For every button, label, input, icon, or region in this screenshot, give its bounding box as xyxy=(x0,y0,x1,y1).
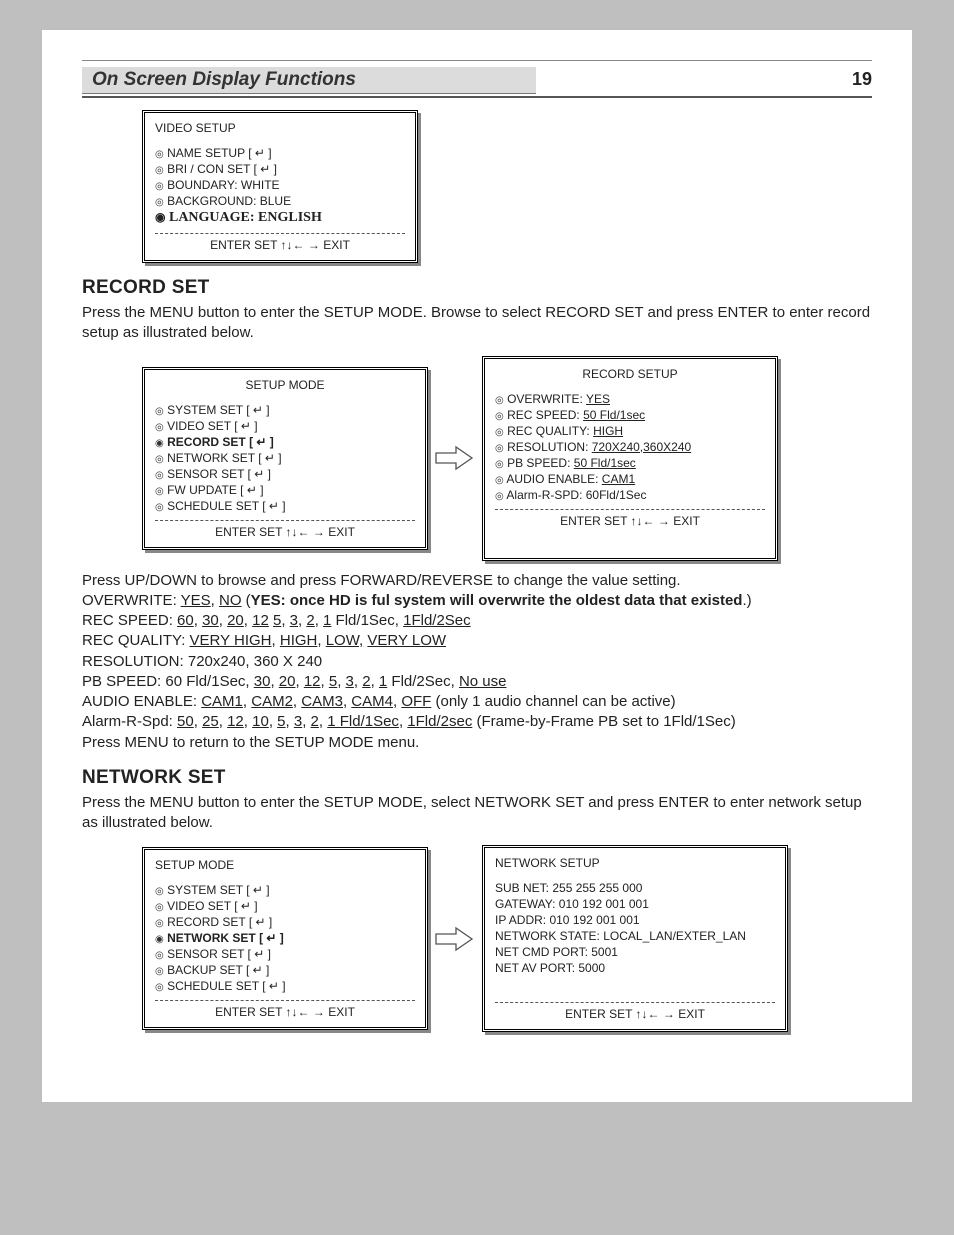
divider xyxy=(155,1000,415,1001)
network-set-diagram: SETUP MODE ◎ SYSTEM SET [ ↵ ] ◎ VIDEO SE… xyxy=(142,845,872,1032)
menu-item: ◎ VIDEO SET [ ↵ ] xyxy=(155,418,415,434)
menu-item: NET AV PORT: 5000 xyxy=(495,960,775,976)
menu-item: ◎ BRI / CON SET [ ↵ ] xyxy=(155,161,405,177)
network-set-heading: NETWORK SET xyxy=(82,767,872,789)
record-set-intro: Press the MENU button to enter the SETUP… xyxy=(82,303,872,344)
menu-item: ◎ NAME SETUP [ ↵ ] xyxy=(155,145,405,161)
menu-item-selected: ◉ NETWORK SET [ ↵ ] xyxy=(155,930,415,946)
record-setup-panel: RECORD SETUP ◎ OVERWRITE: YES ◎ REC SPEE… xyxy=(482,356,778,561)
menu-item: ◎ PB SPEED: 50 Fld/1sec xyxy=(495,455,765,471)
header-title-wrap: On Screen Display Functions xyxy=(82,67,536,94)
panel-footer: ENTER SET ↑↓← → EXIT xyxy=(155,1003,415,1023)
record-set-diagram: SETUP MODE ◎ SYSTEM SET [ ↵ ] ◎ VIDEO SE… xyxy=(142,356,872,561)
setup-mode-panel: SETUP MODE ◎ SYSTEM SET [ ↵ ] ◎ VIDEO SE… xyxy=(142,367,428,550)
menu-item-selected: ◉ LANGUAGE: ENGLISH xyxy=(155,209,405,227)
menu-item: ◎ Alarm-R-SPD: 60Fld/1Sec xyxy=(495,487,765,503)
menu-item: ◎ BACKGROUND: BLUE xyxy=(155,193,405,209)
panel-footer: ENTER SET ↑↓← → EXIT xyxy=(495,512,765,532)
menu-item: ◎ SENSOR SET [ ↵ ] xyxy=(155,466,415,482)
network-setup-panel: NETWORK SETUP SUB NET: 255 255 255 000 G… xyxy=(482,845,788,1032)
divider xyxy=(155,233,405,234)
menu-item: ◎ SENSOR SET [ ↵ ] xyxy=(155,946,415,962)
menu-item: SUB NET: 255 255 255 000 xyxy=(495,880,775,896)
menu-item: ◎ SCHEDULE SET [ ↵ ] xyxy=(155,978,415,994)
menu-item: ◎ NETWORK SET [ ↵ ] xyxy=(155,450,415,466)
menu-item: ◎ SYSTEM SET [ ↵ ] xyxy=(155,882,415,898)
divider xyxy=(495,1002,775,1003)
panel-title: RECORD SETUP xyxy=(495,367,765,381)
panel-title: NETWORK SETUP xyxy=(495,856,775,870)
menu-item: ◎ RECORD SET [ ↵ ] xyxy=(155,914,415,930)
setup-mode-panel: SETUP MODE ◎ SYSTEM SET [ ↵ ] ◎ VIDEO SE… xyxy=(142,847,428,1030)
panel-title: VIDEO SETUP xyxy=(155,121,405,135)
network-set-intro: Press the MENU button to enter the SETUP… xyxy=(82,793,872,834)
top-rule xyxy=(82,60,872,61)
divider xyxy=(155,520,415,521)
right-arrow-icon xyxy=(434,924,474,954)
record-body: Press UP/DOWN to browse and press FORWAR… xyxy=(82,571,872,753)
menu-item: ◎ RESOLUTION: 720X240,360X240 xyxy=(495,439,765,455)
menu-item: ◎ SYSTEM SET [ ↵ ] xyxy=(155,402,415,418)
panel-footer: ENTER SET ↑↓← → EXIT xyxy=(155,523,415,543)
document-page: On Screen Display Functions 19 VIDEO SET… xyxy=(42,30,912,1102)
panel-footer: ENTER SET ↑↓← → EXIT xyxy=(495,1005,775,1025)
menu-item: ◎ BOUNDARY: WHITE xyxy=(155,177,405,193)
menu-item: GATEWAY: 010 192 001 001 xyxy=(495,896,775,912)
menu-item: IP ADDR: 010 192 001 001 xyxy=(495,912,775,928)
menu-item: NET CMD PORT: 5001 xyxy=(495,944,775,960)
video-setup-panel: VIDEO SETUP ◎ NAME SETUP [ ↵ ] ◎ BRI / C… xyxy=(142,110,418,263)
menu-item: ◎ SCHEDULE SET [ ↵ ] xyxy=(155,498,415,514)
header-title: On Screen Display Functions xyxy=(92,69,356,90)
menu-item: ◎ AUDIO ENABLE: CAM1 xyxy=(495,471,765,487)
menu-item: ◎ REC SPEED: 50 Fld/1sec xyxy=(495,407,765,423)
panel-footer: ENTER SET ↑↓← → EXIT xyxy=(155,236,405,256)
menu-item: NETWORK STATE: LOCAL_LAN/EXTER_LAN xyxy=(495,928,775,944)
menu-item: ◎ VIDEO SET [ ↵ ] xyxy=(155,898,415,914)
page-number: 19 xyxy=(852,69,872,90)
menu-item-selected: ◉ RECORD SET [ ↵ ] xyxy=(155,434,415,450)
menu-item: ◎ FW UPDATE [ ↵ ] xyxy=(155,482,415,498)
right-arrow-icon xyxy=(434,443,474,473)
divider xyxy=(495,509,765,510)
panel-title: SETUP MODE xyxy=(155,378,415,392)
record-set-heading: RECORD SET xyxy=(82,277,872,299)
panel-title: SETUP MODE xyxy=(155,858,415,872)
header-bar: On Screen Display Functions 19 xyxy=(82,67,872,98)
menu-item: ◎ BACKUP SET [ ↵ ] xyxy=(155,962,415,978)
menu-item: ◎ OVERWRITE: YES xyxy=(495,391,765,407)
menu-item: ◎ REC QUALITY: HIGH xyxy=(495,423,765,439)
